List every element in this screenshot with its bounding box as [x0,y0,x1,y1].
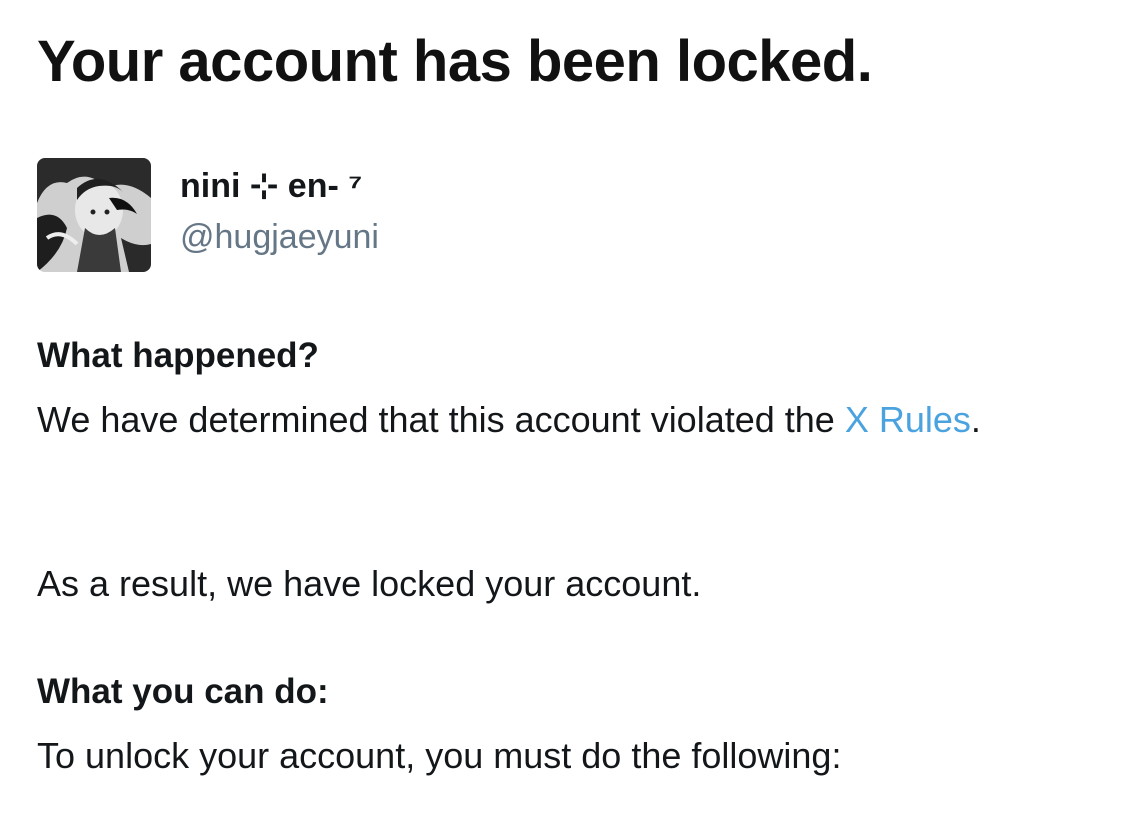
account-handle: @hugjaeyuni [180,218,379,256]
violation-text-start: We have determined that this account vio… [37,399,845,440]
unlock-instructions-text: To unlock your account, you must do the … [37,735,842,776]
what-you-can-do-heading: What you can do: [37,672,329,711]
account-card: nini ⊹ en- ⁷ @hugjaeyuni [37,158,737,274]
violation-text: We have determined that this account vio… [37,392,1037,447]
result-text: As a result, we have locked your account… [37,563,702,604]
what-happened-heading: What happened? [37,336,319,375]
avatar [37,158,151,272]
page-title: Your account has been locked. [37,29,873,94]
violation-text-end: . [970,399,981,440]
account-display-name: nini ⊹ en- ⁷ [180,167,363,205]
x-rules-link[interactable]: X Rules [845,399,971,440]
avatar-photo-icon [37,158,151,272]
